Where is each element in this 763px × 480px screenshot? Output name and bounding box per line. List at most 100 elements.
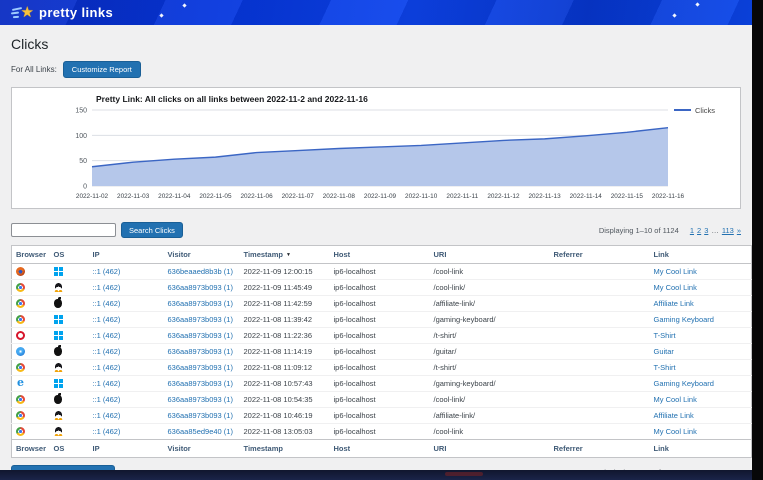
column-header-uri[interactable]: URI: [430, 246, 550, 264]
table-row: ::1 (462)636aa85ed9e40 (1)2022-11-08 13:…: [12, 424, 752, 440]
legend-label: Clicks: [695, 106, 715, 115]
column-header-browser[interactable]: Browser: [12, 440, 50, 458]
firefox-browser-icon: [16, 267, 25, 276]
pretty-link-name-link[interactable]: My Cool Link: [654, 283, 697, 292]
host-cell: ip6-localhost: [330, 312, 430, 328]
ip-link[interactable]: ::1 (462): [93, 427, 121, 436]
visitor-link[interactable]: 636aa8973b093 (1): [168, 331, 233, 340]
pagination-page-link[interactable]: 113: [722, 226, 734, 235]
pretty-link-name-link[interactable]: Gaming Keyboard: [654, 379, 714, 388]
column-header-browser[interactable]: Browser: [12, 246, 50, 264]
ip-link[interactable]: ::1 (462): [93, 379, 121, 388]
search-input[interactable]: [11, 223, 116, 237]
table-header: BrowserOSIPVisitorTimestamp▼HostURIRefer…: [12, 246, 752, 264]
column-header-os[interactable]: OS: [50, 246, 89, 264]
column-header-referrer[interactable]: Referrer: [550, 440, 650, 458]
referrer-cell: [550, 312, 650, 328]
pretty-link-name-link[interactable]: My Cool Link: [654, 427, 697, 436]
column-header-ip[interactable]: IP: [89, 440, 164, 458]
pagination-page-link[interactable]: 1: [690, 226, 694, 235]
customize-report-button[interactable]: Customize Report: [63, 61, 141, 78]
column-header-referrer[interactable]: Referrer: [550, 246, 650, 264]
ip-link[interactable]: ::1 (462): [93, 363, 121, 372]
column-header-visitor[interactable]: Visitor: [164, 440, 240, 458]
pretty-link-name-link[interactable]: My Cool Link: [654, 395, 697, 404]
pagination-summary: Displaying 1–10 of 1124: [599, 226, 679, 235]
table-toolbar: Search Clicks Displaying 1–10 of 1124 12…: [11, 222, 741, 238]
svg-text:2022-11-05: 2022-11-05: [199, 193, 232, 200]
ip-link[interactable]: ::1 (462): [93, 299, 121, 308]
pretty-link-name-link[interactable]: Affiliate Link: [654, 411, 694, 420]
ip-link[interactable]: ::1 (462): [93, 347, 121, 356]
visitor-link[interactable]: 636beaaed8b3b (1): [168, 267, 233, 276]
table-row: ::1 (462)636aa8973b093 (1)2022-11-08 11:…: [12, 312, 752, 328]
table-row: ::1 (462)636beaaed8b3b (1)2022-11-09 12:…: [12, 264, 752, 280]
pagination-page-link[interactable]: 3: [704, 226, 708, 235]
content-area: Clicks For All Links: Customize Report 0…: [0, 25, 752, 470]
pretty-link-name-link[interactable]: T-Shirt: [654, 331, 676, 340]
column-header-host[interactable]: Host: [330, 440, 430, 458]
visitor-link[interactable]: 636aa8973b093 (1): [168, 315, 233, 324]
pretty-link-name-link[interactable]: Guitar: [654, 347, 674, 356]
pretty-link-name-link[interactable]: T-Shirt: [654, 363, 676, 372]
ip-link[interactable]: ::1 (462): [93, 283, 121, 292]
chrome-browser-icon: [16, 427, 25, 436]
column-header-timestamp[interactable]: Timestamp: [240, 440, 330, 458]
uri-cell: /guitar/: [430, 344, 550, 360]
svg-text:50: 50: [79, 158, 87, 165]
clicks-table-body: ::1 (462)636beaaed8b3b (1)2022-11-09 12:…: [12, 264, 752, 440]
ip-link[interactable]: ::1 (462): [93, 315, 121, 324]
chart-series: [92, 128, 668, 186]
pagination-page-link[interactable]: »: [737, 226, 741, 235]
referrer-cell: [550, 360, 650, 376]
pretty-link-name-link[interactable]: Affiliate Link: [654, 299, 694, 308]
visitor-link[interactable]: 636aa8973b093 (1): [168, 411, 233, 420]
ip-link[interactable]: ::1 (462): [93, 411, 121, 420]
column-header-label: IP: [93, 444, 100, 453]
host-cell: ip6-localhost: [330, 424, 430, 440]
column-header-ip[interactable]: IP: [89, 246, 164, 264]
column-header-timestamp[interactable]: Timestamp▼: [240, 246, 330, 264]
host-cell: ip6-localhost: [330, 392, 430, 408]
linux-os-icon: [54, 363, 63, 372]
pagination-ellipsis: …: [711, 226, 719, 235]
ip-link[interactable]: ::1 (462): [93, 331, 121, 340]
visitor-link[interactable]: 636aa8973b093 (1): [168, 379, 233, 388]
visitor-link[interactable]: 636aa8973b093 (1): [168, 283, 233, 292]
visitor-link[interactable]: 636aa8973b093 (1): [168, 299, 233, 308]
visitor-link[interactable]: 636aa8973b093 (1): [168, 363, 233, 372]
referrer-cell: [550, 280, 650, 296]
column-header-label: URI: [434, 444, 447, 453]
visitor-link[interactable]: 636aa8973b093 (1): [168, 347, 233, 356]
pagination-page-link[interactable]: 2: [697, 226, 701, 235]
svg-text:2022-11-15: 2022-11-15: [611, 193, 644, 200]
column-header-label: Link: [654, 444, 669, 453]
svg-text:2022-11-16: 2022-11-16: [652, 193, 685, 200]
column-header-visitor[interactable]: Visitor: [164, 246, 240, 264]
ip-link[interactable]: ::1 (462): [93, 395, 121, 404]
clicks-chart: 0501001502022-11-022022-11-032022-11-042…: [12, 88, 752, 208]
table-row: ::1 (462)636aa8973b093 (1)2022-11-08 10:…: [12, 392, 752, 408]
screen: ★ pretty links Clicks For All Links: Cus…: [0, 0, 763, 480]
pretty-link-name-link[interactable]: Gaming Keyboard: [654, 315, 714, 324]
chrome-browser-icon: [16, 299, 25, 308]
chrome-browser-icon: [16, 315, 25, 324]
table-row: ::1 (462)636aa8973b093 (1)2022-11-08 11:…: [12, 328, 752, 344]
column-header-label: Link: [654, 250, 669, 259]
visitor-link[interactable]: 636aa8973b093 (1): [168, 395, 233, 404]
column-header-uri[interactable]: URI: [430, 440, 550, 458]
visitor-link[interactable]: 636aa85ed9e40 (1): [168, 427, 233, 436]
ip-link[interactable]: ::1 (462): [93, 267, 121, 276]
column-header-os[interactable]: OS: [50, 440, 89, 458]
edge-browser-icon: [16, 379, 25, 388]
column-header-host[interactable]: Host: [330, 246, 430, 264]
column-header-link[interactable]: Link: [650, 440, 752, 458]
timestamp-cell: 2022-11-08 11:42:59: [240, 296, 330, 312]
pretty-link-name-link[interactable]: My Cool Link: [654, 267, 697, 276]
logo-text: pretty links: [39, 5, 113, 20]
referrer-cell: [550, 296, 650, 312]
column-header-link[interactable]: Link: [650, 246, 752, 264]
svg-text:2022-11-08: 2022-11-08: [323, 193, 356, 200]
chrome-browser-icon: [16, 283, 25, 292]
search-clicks-button[interactable]: Search Clicks: [121, 222, 183, 238]
